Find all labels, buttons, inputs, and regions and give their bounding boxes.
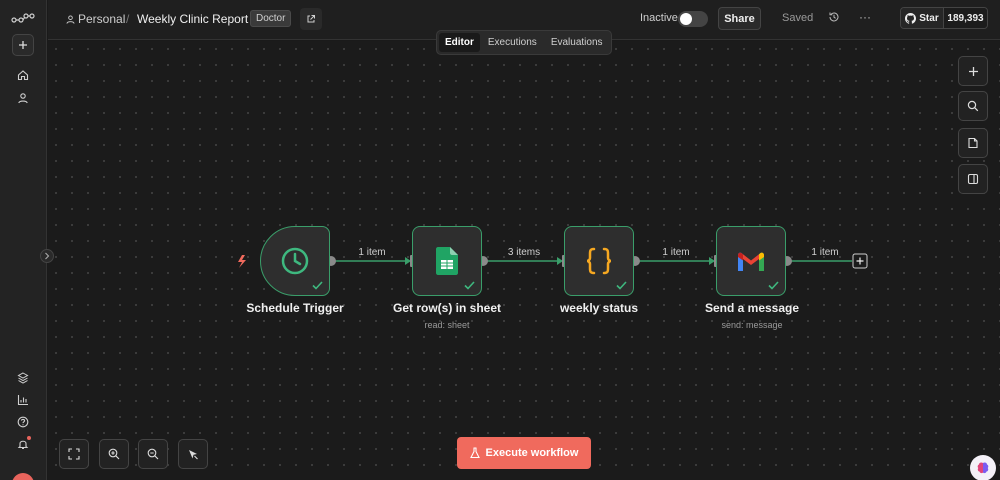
success-check-icon (464, 281, 475, 290)
flask-icon (469, 447, 480, 459)
sticky-note-button[interactable] (958, 128, 988, 158)
trigger-bolt-icon (238, 255, 246, 268)
sticky-note-icon (968, 137, 978, 149)
success-check-icon (768, 281, 779, 290)
zoom-in-button[interactable] (99, 439, 129, 469)
node-subtitle: read: sheet (424, 320, 470, 330)
connection-label: 1 item (662, 247, 690, 258)
sidebar-collapse-button[interactable] (40, 249, 54, 263)
add-node-plus-icon[interactable] (852, 253, 868, 269)
n8n-workflow-editor: Personal / Weekly Clinic Report Doctor I… (0, 0, 1000, 480)
gmail-icon (738, 252, 764, 271)
node-title: weekly status (559, 301, 639, 315)
tab-evaluations[interactable]: Evaluations (545, 33, 609, 52)
success-check-icon (312, 281, 323, 290)
connection-label: 1 item (358, 247, 386, 258)
node-send-a-message[interactable] (716, 226, 786, 296)
node-title: Get row(s) in sheet (392, 301, 502, 315)
node-title: Schedule Trigger (246, 301, 344, 315)
fit-view-button[interactable] (59, 439, 89, 469)
connection-label: 3 items (507, 247, 541, 258)
brain-icon (977, 462, 989, 474)
panel-icon (967, 173, 979, 185)
fit-view-icon (68, 448, 80, 460)
connections-layer (238, 253, 868, 269)
zoom-out-button[interactable] (138, 439, 168, 469)
tab-executions[interactable]: Executions (482, 33, 543, 52)
node-subtitle: send: message (721, 320, 783, 330)
node-weekly-status[interactable] (564, 226, 634, 296)
execute-workflow-label: Execute workflow (485, 447, 579, 459)
zoom-out-icon (147, 448, 159, 460)
view-tabs: Editor Executions Evaluations (436, 30, 612, 55)
wand-icon (189, 450, 198, 460)
ai-assistant-button[interactable] (970, 455, 996, 480)
node-schedule-trigger[interactable] (260, 226, 330, 296)
success-check-icon (616, 281, 627, 290)
code-braces-icon (586, 247, 612, 275)
tidy-up-button[interactable] (178, 439, 208, 469)
zoom-in-icon (108, 448, 120, 460)
search-nodes-button[interactable] (958, 91, 988, 121)
add-node-button[interactable] (958, 56, 988, 86)
search-icon (967, 100, 979, 112)
execute-workflow-button[interactable]: Execute workflow (457, 437, 591, 469)
plus-icon (968, 66, 978, 76)
tab-editor[interactable]: Editor (439, 33, 480, 52)
google-sheets-icon (436, 247, 458, 275)
toggle-panel-button[interactable] (958, 164, 988, 194)
connection-label: 1 item (811, 247, 839, 258)
node-get-rows-in-sheet[interactable] (412, 226, 482, 296)
clock-icon (281, 247, 309, 275)
node-title: Send a message (704, 301, 800, 315)
